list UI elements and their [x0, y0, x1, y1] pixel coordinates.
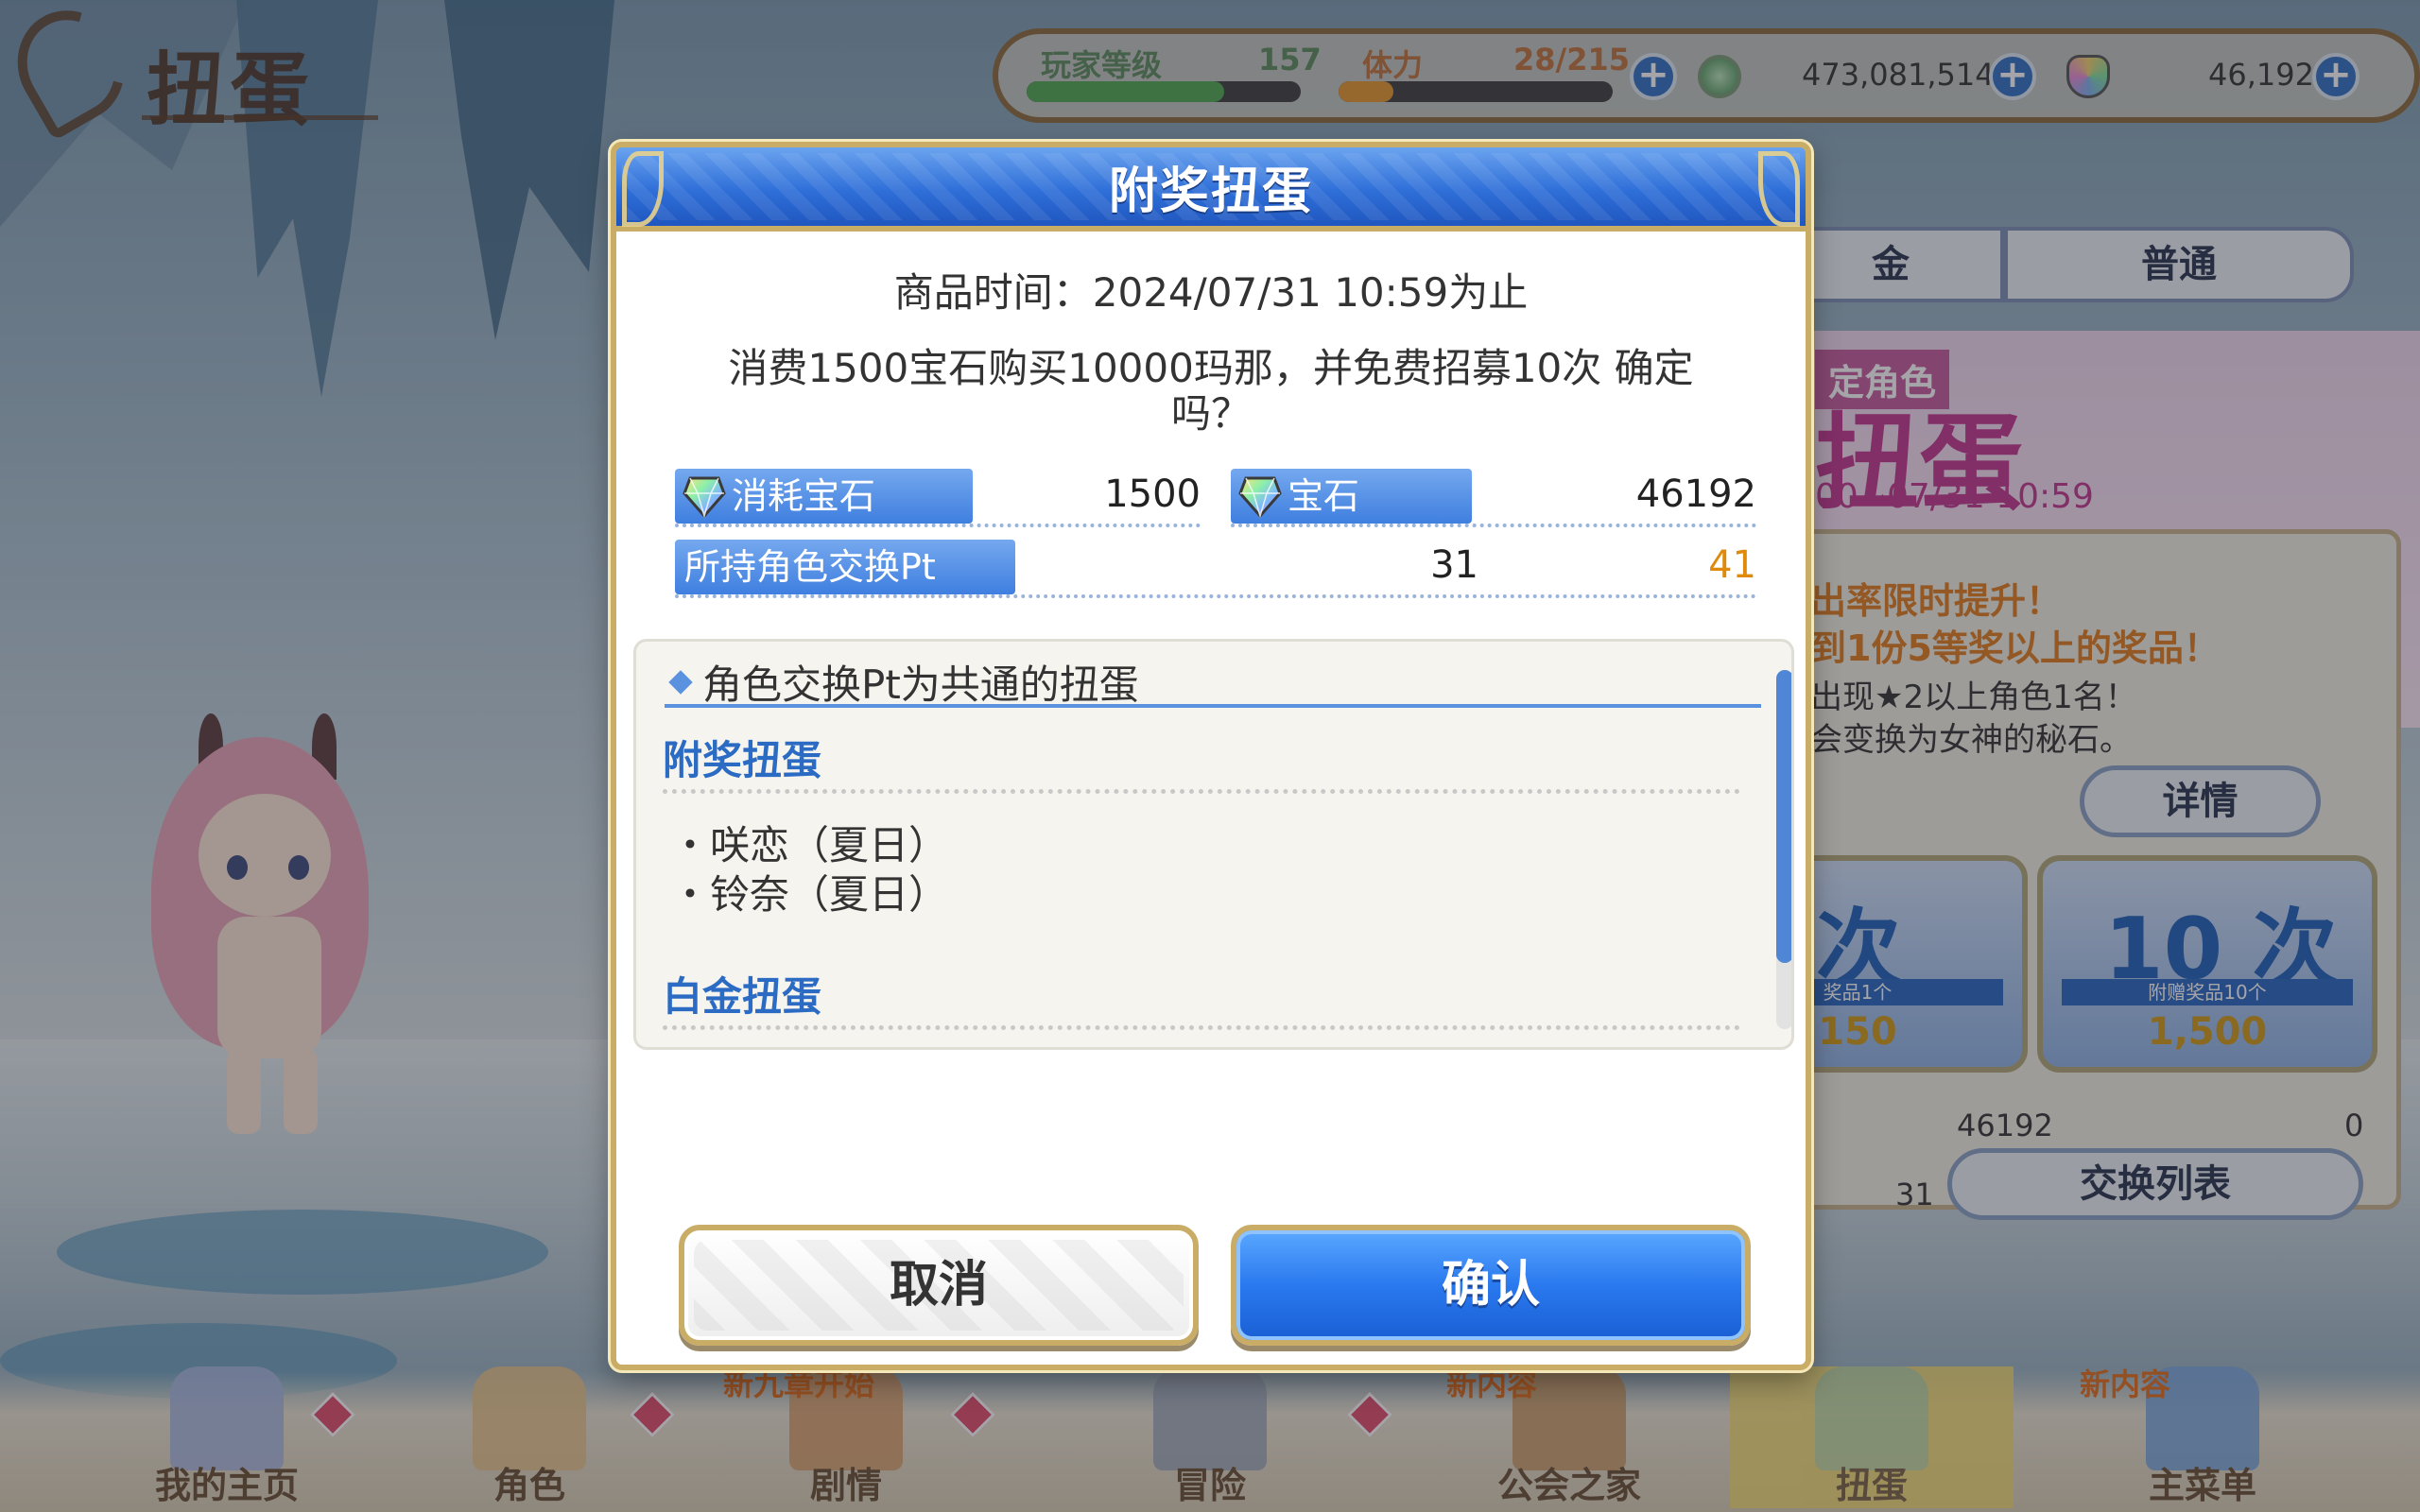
- cost-row: 消耗宝石 1500: [675, 469, 1201, 527]
- diamond-bullet-icon: [668, 670, 693, 695]
- info-section-title: 白金扭蛋: [663, 973, 822, 1020]
- cancel-button[interactable]: 取消: [679, 1225, 1199, 1346]
- info-list-item: ・铃奈（夏日）: [670, 871, 949, 918]
- row-divider: [675, 524, 1201, 527]
- gem-icon: [1238, 476, 1282, 519]
- row-divider: [1231, 524, 1756, 527]
- gem-row: 宝石 46192: [1231, 469, 1756, 527]
- confirm-question-cont: 吗？: [1170, 390, 1251, 437]
- shared-pt-info-panel[interactable]: 角色交换Pt为共通的扭蛋 附奖扭蛋 ・咲恋（夏日） ・铃奈（夏日） 白金扭蛋: [633, 639, 1794, 1050]
- info-heading: 角色交换Pt为共通的扭蛋: [702, 662, 1139, 708]
- scrollbar-thumb[interactable]: [1776, 670, 1791, 963]
- gem-value: 46192: [1635, 472, 1756, 516]
- confirm-button[interactable]: 确认: [1231, 1225, 1751, 1346]
- pt-before: 31: [1430, 543, 1478, 587]
- section-divider: [663, 1025, 1740, 1030]
- cost-label-tag: 消耗宝石: [675, 469, 973, 524]
- gacha-confirm-dialog: 附奖扭蛋 商品时间：2024/07/31 10:59为止 消费1500宝石购买1…: [611, 142, 1811, 1370]
- gem-label: 宝石: [1288, 475, 1360, 517]
- pt-after: 41: [1708, 543, 1756, 587]
- info-section-title: 附奖扭蛋: [663, 737, 822, 783]
- pt-label: 所持角色交换Pt: [675, 540, 1015, 594]
- cancel-button-label: 取消: [889, 1257, 988, 1314]
- scrollbar-track[interactable]: [1776, 670, 1791, 1029]
- cost-value: 1500: [1104, 472, 1201, 516]
- product-time: 商品时间：2024/07/31 10:59为止: [893, 269, 1529, 316]
- gem-icon: [683, 476, 726, 519]
- gem-label-tag: 宝石: [1231, 469, 1472, 524]
- cost-label: 消耗宝石: [732, 475, 876, 517]
- dialog-title: 附奖扭蛋: [1108, 163, 1313, 220]
- row-divider: [675, 594, 1756, 598]
- exchange-pt-row: 所持角色交换Pt 31 41: [675, 540, 1756, 598]
- dialog-header: 附奖扭蛋: [611, 142, 1811, 232]
- confirm-button-label: 确认: [1441, 1257, 1540, 1314]
- heading-rule: [665, 704, 1761, 708]
- section-divider: [663, 789, 1740, 794]
